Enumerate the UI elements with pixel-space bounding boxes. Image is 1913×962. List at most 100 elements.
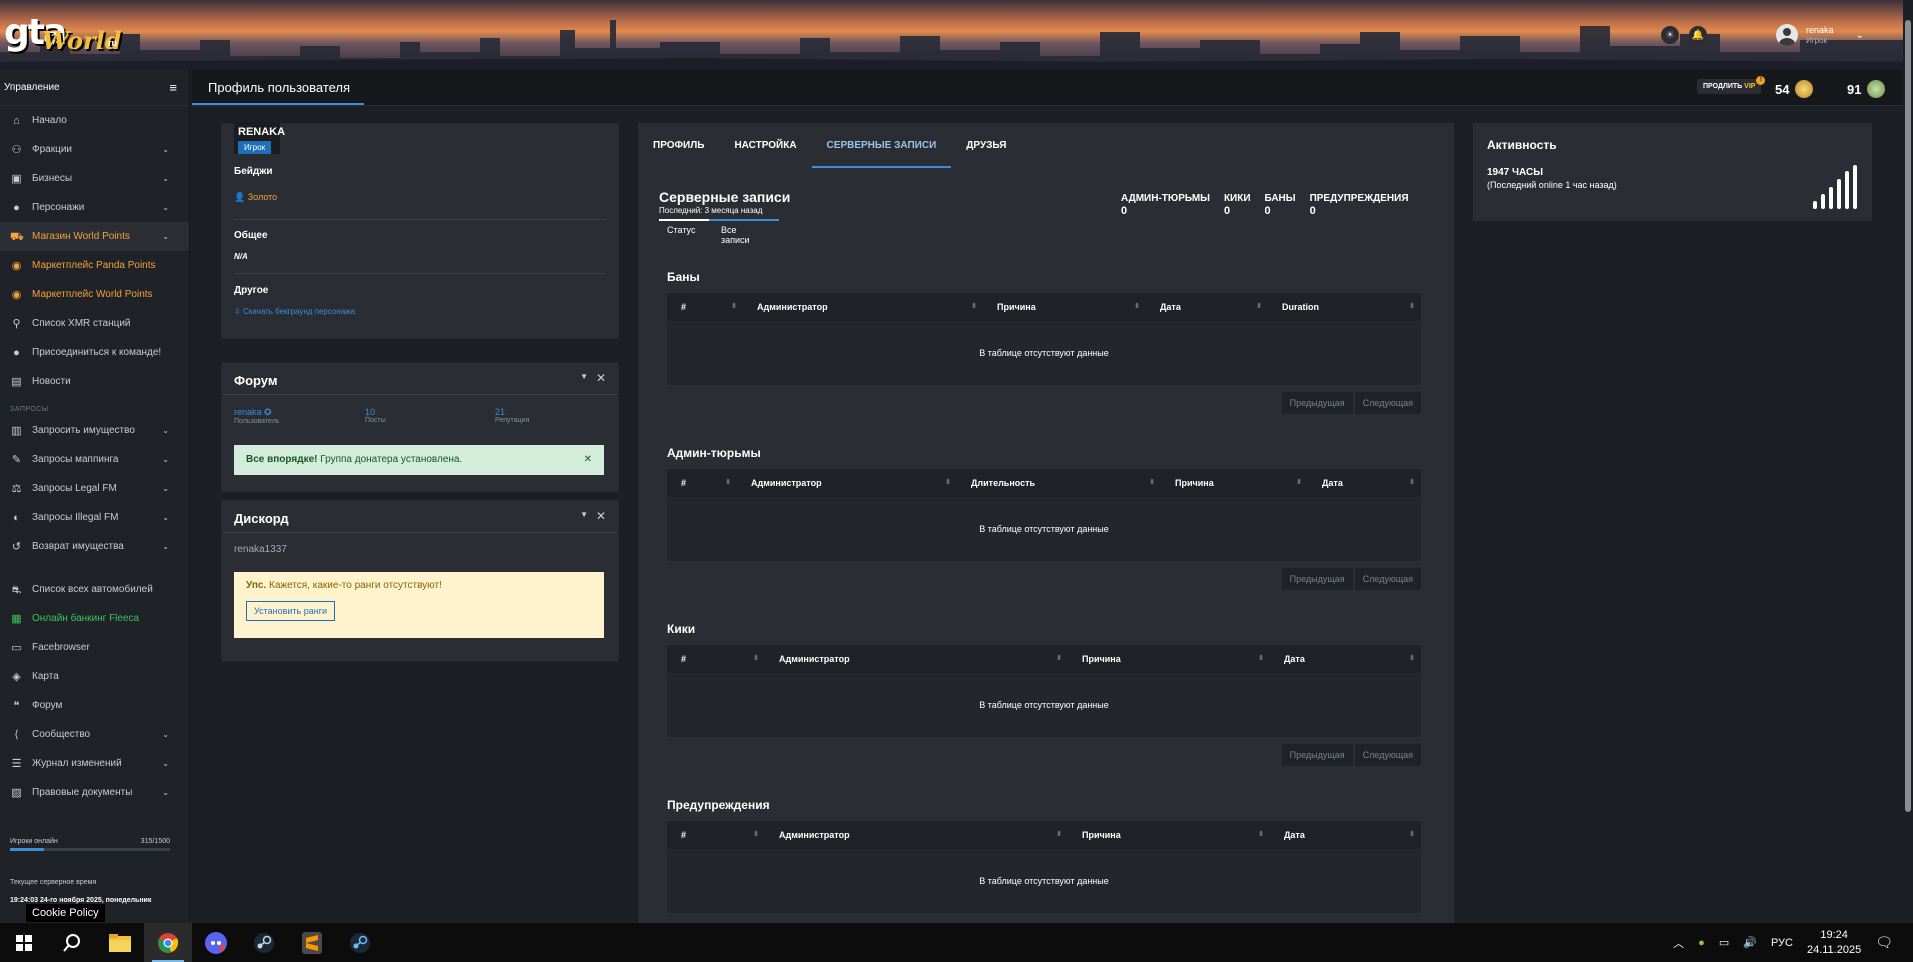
sidebar-item[interactable]: ⛟ Магазин World Points ⌄	[0, 222, 189, 251]
sublime-text-icon[interactable]	[288, 923, 336, 962]
sidebar-item[interactable]: ⚲ Список XMR станций	[0, 309, 189, 338]
tab-server-records[interactable]: СЕРВЕРНЫЕ ЗАПИСИ	[811, 123, 952, 168]
sidebar-item-label: Форум	[32, 700, 63, 711]
sidebar-item[interactable]: ◉ Маркетплейс World Points	[0, 280, 189, 309]
volume-icon[interactable]: 🔊	[1743, 936, 1757, 949]
col-header[interactable]: Причина	[1161, 469, 1308, 497]
world-points-value: 54	[1775, 81, 1790, 97]
sidebar-item[interactable]: ▣ Бизнесы ⌄	[0, 164, 189, 193]
sidebar-item[interactable]: ▭ Facebrowser	[0, 633, 189, 662]
set-ranks-button[interactable]: Установить ранги	[246, 601, 336, 621]
sidebar-item[interactable]: ▥ Запросить имущество ⌄	[0, 416, 189, 445]
sidebar: Управление ≡ ⌂ Начало ⚇ Фракции ⌄ ▣ Бизнесы ⌄ ● П…	[0, 70, 190, 923]
network-icon[interactable]: ▭	[1719, 936, 1729, 949]
chevron-down-icon: ⌄	[162, 513, 169, 522]
col-header[interactable]: Причина	[983, 293, 1146, 321]
forum-user-label: Пользователь	[234, 418, 280, 425]
sidebar-item[interactable]: ◐ Запросы Illegal FM ⌄	[0, 503, 189, 532]
col-header[interactable]: #	[667, 293, 743, 321]
col-header[interactable]: Администратор	[743, 293, 983, 321]
file-explorer-icon[interactable]	[96, 923, 144, 962]
bans-title: Баны	[667, 270, 700, 284]
steam-icon[interactable]	[240, 923, 288, 962]
sidebar-item[interactable]: ✎ Запросы маппинга ⌄	[0, 445, 189, 474]
col-header[interactable]: Duration	[1268, 293, 1421, 321]
success-alert: Все впорядке! Группа донатера установлен…	[234, 445, 604, 475]
col-header[interactable]: Администратор	[765, 645, 1068, 673]
next-page-button[interactable]: Следующая	[1354, 392, 1421, 414]
col-header[interactable]: Причина	[1068, 645, 1270, 673]
language-indicator[interactable]: РУС	[1771, 937, 1793, 949]
alert-close-icon[interactable]: ✕	[584, 445, 592, 475]
col-header[interactable]: Дата	[1146, 293, 1268, 321]
coins-icon: ◉	[11, 259, 22, 272]
col-header[interactable]: Причина	[1068, 821, 1270, 849]
sidebar-item[interactable]: ▧ Правовые документы ⌄	[0, 778, 189, 807]
sidebar-item[interactable]: ⟨ Сообщество ⌄	[0, 720, 189, 749]
sidebar-item-label: Сообщество	[32, 729, 91, 740]
chrome-icon[interactable]	[144, 923, 192, 962]
prev-page-button[interactable]: Предыдущая	[1281, 392, 1353, 414]
col-header[interactable]: Дата	[1270, 821, 1421, 849]
sidebar-item[interactable]: ● Персонажи ⌄	[0, 193, 189, 222]
sidebar-item[interactable]: ⚖ Запросы Legal FM ⌄	[0, 474, 189, 503]
sidebar-item[interactable]: ▦ Онлайн банкинг Fleeca	[0, 604, 189, 633]
sidebar-item[interactable]: ◈ Карта	[0, 662, 189, 691]
chevron-up-icon[interactable]: ︿	[1673, 935, 1684, 951]
tab-friends[interactable]: ДРУЗЬЯ	[951, 123, 1021, 167]
search-icon[interactable]	[48, 923, 96, 962]
prev-page-button[interactable]: Предыдущая	[1281, 568, 1353, 590]
bell-icon[interactable]: 🔔	[1689, 26, 1707, 44]
sidebar-item[interactable]: ⛐ Список всех автомобилей	[0, 575, 189, 604]
sidebar-item[interactable]: ☰ Журнал изменений ⌄	[0, 749, 189, 778]
next-page-button[interactable]: Следующая	[1354, 744, 1421, 766]
windows-start-icon[interactable]	[0, 923, 48, 962]
discord-icon[interactable]	[192, 923, 240, 962]
extend-vip-button[interactable]: ПРОДЛИТЬ VIP !	[1697, 76, 1766, 94]
theme-toggle-icon[interactable]: ☀	[1661, 26, 1679, 44]
collapse-icon[interactable]: ▼	[580, 372, 588, 381]
steam-app-icon[interactable]	[336, 923, 384, 962]
clock[interactable]: 19:24 24.11.2025	[1807, 928, 1861, 958]
col-header[interactable]: Длительность	[957, 469, 1161, 497]
chevron-down-icon: ⌄	[162, 145, 169, 154]
user-menu[interactable]: renaka Игрок ⌄	[1776, 24, 1864, 46]
chevron-down-icon: ⌄	[162, 730, 169, 739]
notification-icon[interactable]: 🗨	[1875, 934, 1893, 951]
sidebar-item-label: Маркетплейс Panda Points	[32, 260, 156, 271]
tab-settings[interactable]: НАСТРОЙКА	[719, 123, 811, 167]
col-header[interactable]: Дата	[1308, 469, 1421, 497]
col-header[interactable]: #	[667, 645, 765, 673]
sidebar-item[interactable]: ❝ Форум	[0, 691, 189, 720]
sidebar-title: Управление	[4, 82, 60, 93]
close-icon[interactable]: ✕	[596, 509, 606, 523]
download-background-link[interactable]: ⇩ Скачать бекграунд персонажа	[234, 307, 355, 316]
col-header[interactable]: #	[667, 821, 765, 849]
col-header[interactable]: #	[667, 469, 737, 497]
subtab-all-records[interactable]: Все записи	[709, 219, 779, 245]
sidebar-item[interactable]: ↺ Возврат имущества ⌄	[0, 532, 189, 561]
close-icon[interactable]: ✕	[596, 371, 606, 385]
sidebar-item[interactable]: ⌂ Начало	[0, 106, 189, 135]
col-header[interactable]: Дата	[1270, 645, 1421, 673]
app-tray-icon[interactable]: ●	[1698, 937, 1705, 949]
prev-page-button[interactable]: Предыдущая	[1281, 744, 1353, 766]
cookie-policy-button[interactable]: Cookie Policy	[26, 904, 105, 922]
collapse-icon[interactable]: ▼	[580, 510, 588, 519]
col-header[interactable]: Администратор	[737, 469, 957, 497]
sidebar-item[interactable]: ◉ Маркетплейс Panda Points	[0, 251, 189, 280]
page-scrollbar[interactable]	[1903, 0, 1913, 923]
sidebar-item-label: Запросы маппинга	[32, 454, 119, 465]
sidebar-item[interactable]: ⚇ Фракции ⌄	[0, 135, 189, 164]
site-logo[interactable]: gta World ru	[4, 8, 122, 60]
subtab-status[interactable]: Статус	[659, 219, 709, 245]
menu-toggle-icon[interactable]: ≡	[169, 80, 177, 95]
success-alert-text: Группа донатера установлена.	[320, 454, 463, 465]
tab-profile[interactable]: ПРОФИЛЬ	[653, 123, 719, 167]
sidebar-item[interactable]: ● Присоединиться к команде!	[0, 338, 189, 367]
forum-user-link[interactable]: renaka ✪	[234, 407, 279, 418]
col-header[interactable]: Администратор	[765, 821, 1068, 849]
next-page-button[interactable]: Следующая	[1354, 568, 1421, 590]
sidebar-item[interactable]: ▤ Новости	[0, 367, 189, 396]
profile-card: RENAKA Игрок Бейджи 👤 Золото Общее N/A Д…	[221, 122, 619, 339]
